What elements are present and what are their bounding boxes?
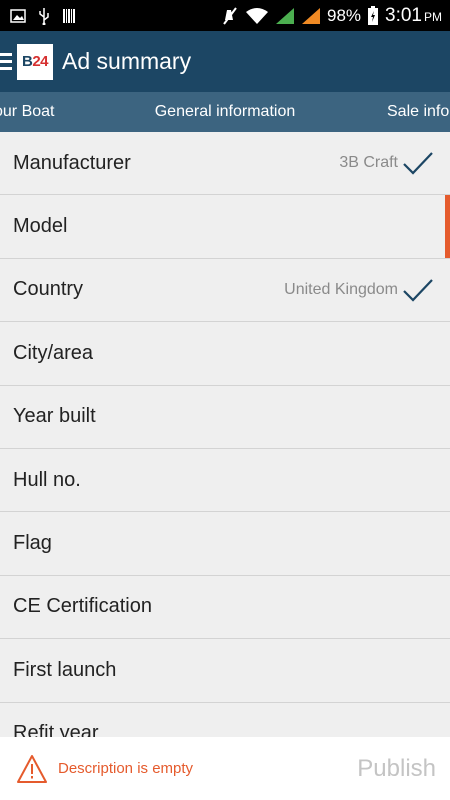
field-value: 3B Craft bbox=[339, 154, 398, 172]
usb-icon bbox=[39, 7, 49, 25]
clock: 3:01 PM bbox=[385, 5, 442, 27]
battery-icon bbox=[368, 5, 379, 25]
field-row-model[interactable]: Model bbox=[0, 195, 450, 259]
clock-ampm: PM bbox=[424, 9, 442, 24]
tab-general-information[interactable]: General information bbox=[0, 92, 450, 132]
menu-icon[interactable] bbox=[0, 53, 14, 70]
logo-letter: B bbox=[21, 53, 33, 70]
field-label: City/area bbox=[13, 341, 94, 364]
app-bar: B 24 Ad summary bbox=[0, 31, 450, 92]
required-marker bbox=[445, 195, 450, 258]
field-label: Hull no. bbox=[13, 468, 81, 491]
bottom-bar: Description is empty Publish bbox=[0, 737, 450, 800]
page-title: Ad summary bbox=[62, 48, 192, 74]
field-label: Country bbox=[13, 278, 84, 301]
field-row-city-area[interactable]: City/area bbox=[0, 322, 450, 386]
tab-sale-information[interactable]: Sale infor bbox=[387, 92, 450, 132]
checkmark-icon bbox=[403, 279, 433, 302]
mute-icon bbox=[223, 6, 237, 25]
clock-time: 3:01 bbox=[385, 4, 422, 26]
field-row-ce-certification[interactable]: CE Certification bbox=[0, 576, 450, 640]
warning-text: Description is empty bbox=[58, 760, 194, 777]
field-row-refit-year[interactable]: Refit year bbox=[0, 703, 450, 737]
field-label: CE Certification bbox=[13, 595, 152, 618]
battery-percent: 98% bbox=[326, 5, 362, 25]
field-row-hull-no[interactable]: Hull no. bbox=[0, 449, 450, 513]
image-notification-icon bbox=[10, 8, 26, 23]
field-row-manufacturer[interactable]: Manufacturer 3B Craft bbox=[0, 132, 450, 196]
field-label: Refit year bbox=[13, 722, 99, 737]
warning-icon bbox=[17, 754, 47, 783]
field-label: Year built bbox=[13, 405, 96, 428]
status-bar: 98% 3:01 PM bbox=[0, 0, 450, 31]
field-label: First launch bbox=[13, 658, 117, 681]
field-list: Manufacturer 3B Craft Model Country Unit… bbox=[0, 132, 450, 737]
wifi-icon bbox=[245, 7, 268, 24]
field-value: United Kingdom bbox=[284, 280, 398, 298]
field-row-flag[interactable]: Flag bbox=[0, 512, 450, 576]
tab-bar: our Boat General information Sale infor bbox=[0, 92, 450, 132]
field-row-year-built[interactable]: Year built bbox=[0, 386, 450, 449]
field-row-first-launch[interactable]: First launch bbox=[0, 639, 450, 703]
logo-number: 24 bbox=[32, 53, 49, 70]
field-label: Model bbox=[13, 215, 68, 238]
field-label: Flag bbox=[13, 532, 52, 555]
field-label: Manufacturer bbox=[13, 151, 131, 174]
signal-orange-icon bbox=[301, 7, 320, 24]
checkmark-icon bbox=[403, 152, 433, 175]
app-logo[interactable]: B 24 bbox=[17, 43, 53, 80]
publish-button[interactable]: Publish bbox=[357, 755, 436, 783]
barcode-icon bbox=[63, 8, 75, 23]
signal-green-icon bbox=[275, 7, 294, 24]
field-row-country[interactable]: Country United Kingdom bbox=[0, 259, 450, 323]
